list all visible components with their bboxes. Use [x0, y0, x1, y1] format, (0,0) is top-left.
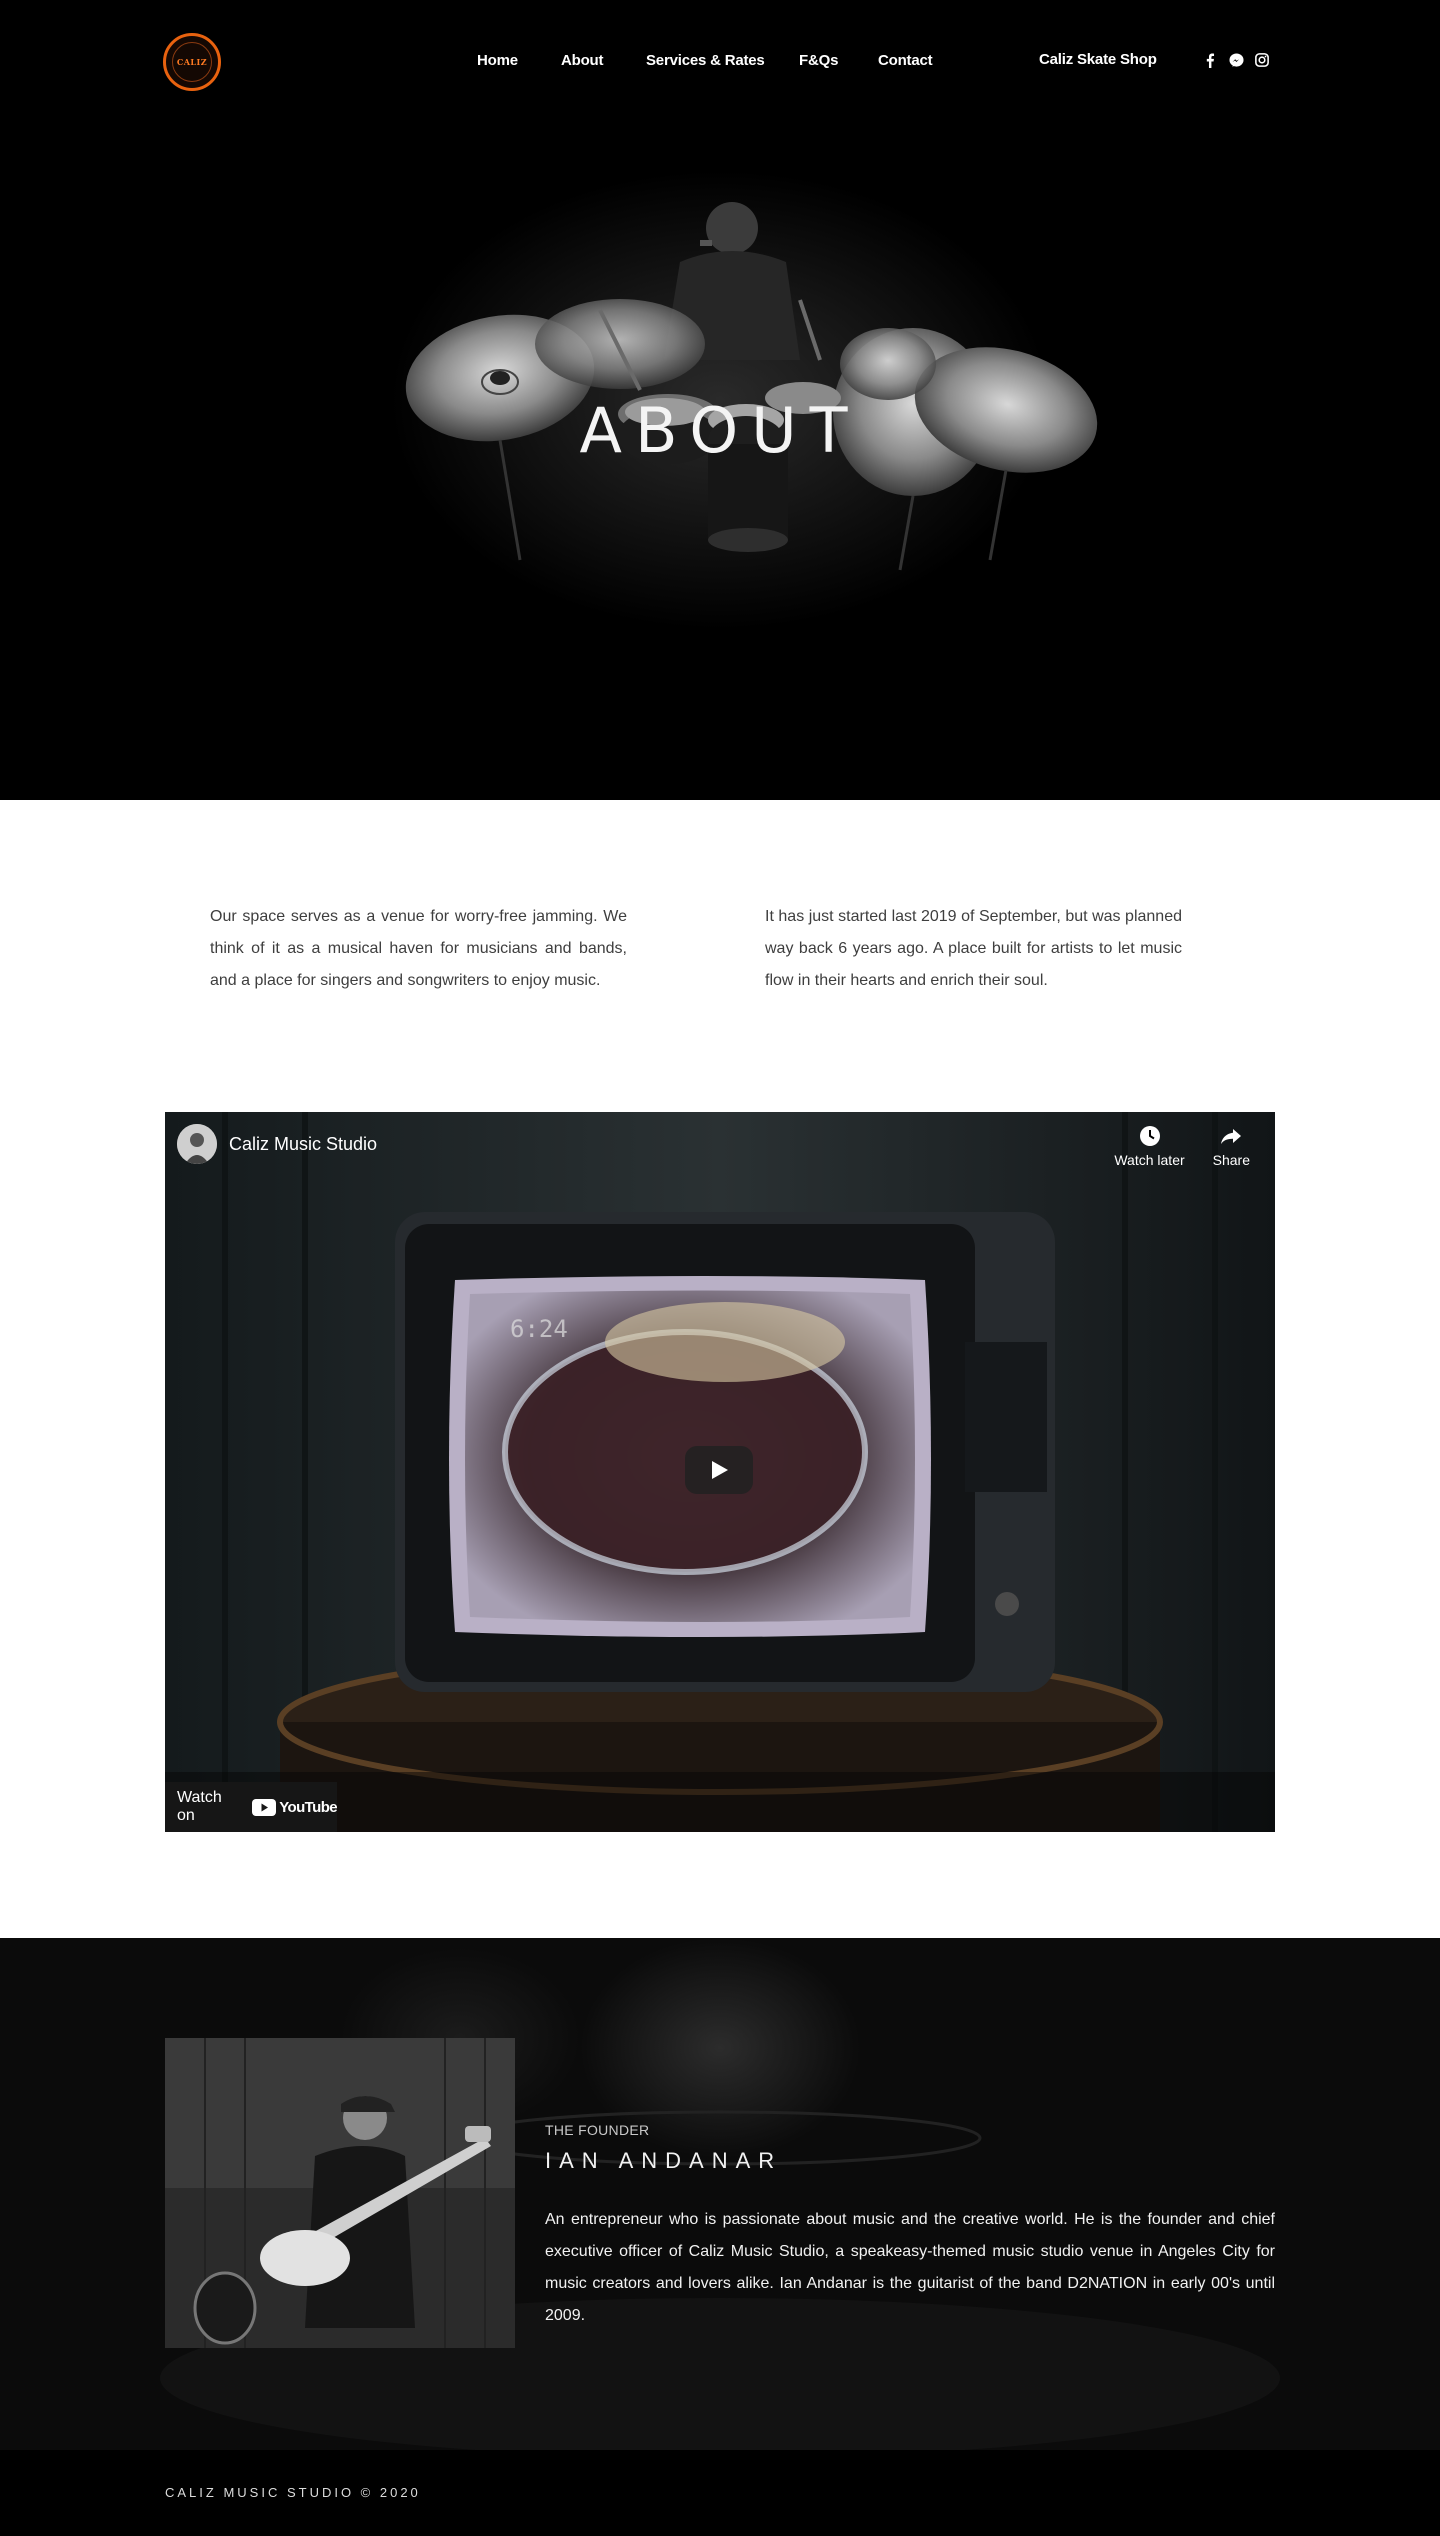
youtube-video-embed[interactable]: 6:24 Caliz Music Studio Watch later Shar… — [165, 1112, 1275, 1832]
intro-left-paragraph: Our space serves as a venue for worry-fr… — [210, 908, 627, 989]
youtube-logo: YouTube — [252, 1798, 338, 1816]
logo-wordmark: CALIZ — [176, 56, 208, 67]
founder-kicker: THE FOUNDER — [545, 2122, 650, 2138]
nav-caliz-skate-shop[interactable]: Caliz Skate Shop — [1039, 51, 1157, 68]
watch-later-label: Watch later — [1114, 1152, 1185, 1168]
clock-icon — [1139, 1126, 1160, 1146]
nav-faqs[interactable]: F&Qs — [799, 52, 838, 69]
share-icon — [1221, 1129, 1242, 1144]
copyright-text: CALIZ MUSIC STUDIO © 2020 — [165, 2485, 421, 2500]
site-footer: CALIZ MUSIC STUDIO © 2020 — [0, 2450, 1440, 2536]
intro-section: Our space serves as a venue for worry-fr… — [0, 800, 1440, 1112]
nav-about[interactable]: About — [561, 52, 604, 69]
video-channel-info: Caliz Music Studio — [177, 1124, 377, 1164]
founder-section: THE FOUNDER IAN ANDANAR An entrepreneur … — [0, 1938, 1440, 2450]
nav-services-rates[interactable]: Services & Rates — [646, 52, 765, 69]
channel-avatar[interactable] — [177, 1124, 217, 1164]
founder-bio: An entrepreneur who is passionate about … — [545, 2211, 1275, 2324]
founder-name: IAN ANDANAR — [545, 2148, 783, 2173]
intro-right-paragraph: It has just started last 2019 of Septemb… — [765, 908, 1182, 989]
youtube-play-icon — [252, 1798, 277, 1816]
share-button[interactable]: Share — [1213, 1124, 1250, 1168]
founder-photo — [165, 2038, 515, 2348]
watch-on-label: Watch on — [177, 1789, 222, 1824]
watch-later-button[interactable]: Watch later — [1114, 1124, 1185, 1168]
messenger-icon[interactable] — [1228, 52, 1244, 68]
caliz-logo[interactable]: CALIZ — [163, 33, 221, 91]
nav-home[interactable]: Home — [477, 52, 518, 69]
video-section: 6:24 Caliz Music Studio Watch later Shar… — [0, 1112, 1440, 1938]
svg-text:6:24: 6:24 — [510, 1315, 568, 1343]
play-icon — [712, 1461, 728, 1479]
top-navigation-bar: CALIZ Home About Services & Rates F&Qs C… — [0, 0, 1440, 124]
youtube-wordmark: YouTube — [279, 1798, 337, 1816]
nav-contact[interactable]: Contact — [878, 52, 933, 69]
facebook-icon[interactable] — [1202, 52, 1218, 68]
social-links — [1202, 52, 1270, 68]
instagram-icon[interactable] — [1254, 52, 1270, 68]
channel-name[interactable]: Caliz Music Studio — [229, 1134, 377, 1155]
page-title: ABOUT — [579, 393, 861, 467]
play-button[interactable] — [685, 1446, 753, 1494]
share-label: Share — [1212, 1152, 1250, 1168]
watch-on-youtube-button[interactable]: Watch on YouTube — [165, 1782, 338, 1832]
hero-section: CALIZ Home About Services & Rates F&Qs C… — [0, 0, 1440, 800]
video-actions: Watch later Share — [1114, 1124, 1250, 1168]
